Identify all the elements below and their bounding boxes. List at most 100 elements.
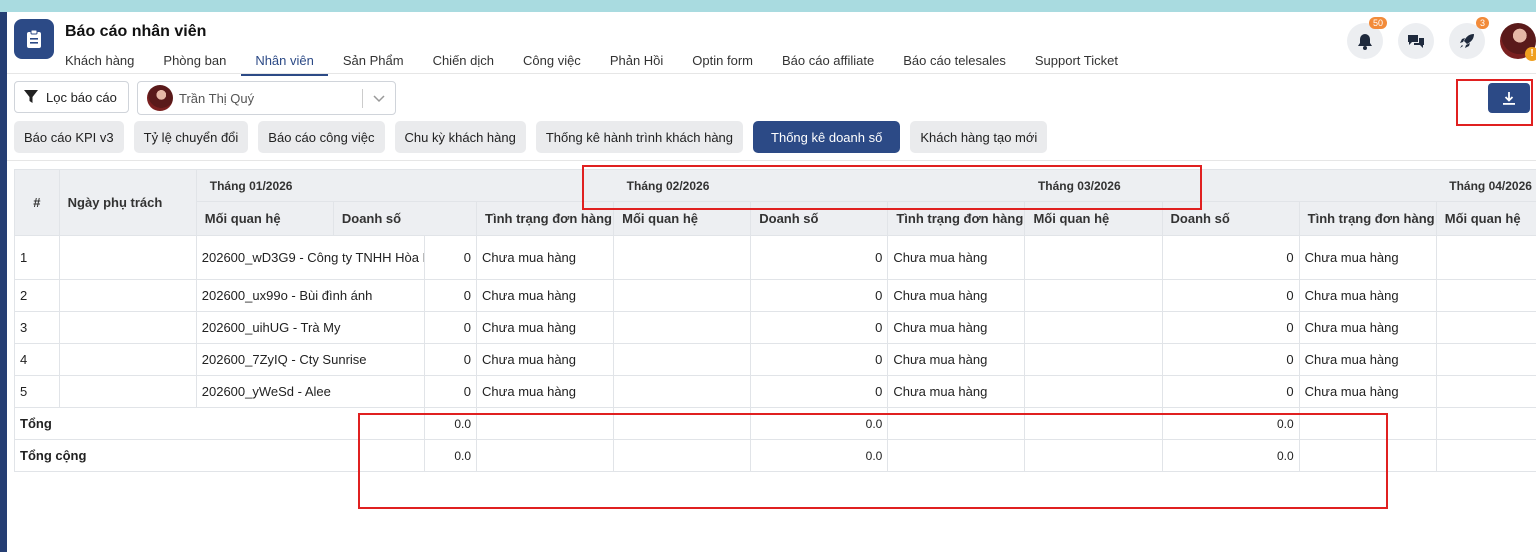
download-button[interactable]: [1488, 83, 1530, 113]
row-revenue-m1: 0: [424, 235, 478, 280]
tab-6[interactable]: Phản Hồi: [610, 46, 663, 76]
filter-report-label: Lọc báo cáo: [46, 89, 117, 105]
row-status-m2: Chưa mua hàng: [887, 235, 1026, 280]
tab-9[interactable]: Báo cáo telesales: [903, 46, 1006, 76]
row-customer: 202600_ux99o - Bùi đình ánh: [195, 279, 426, 312]
row-relationship-m2: [613, 343, 752, 376]
report-tab-0[interactable]: Báo cáo KPI v3: [14, 121, 124, 153]
grand-total-row-empty: [1024, 439, 1163, 472]
table-row[interactable]: 2 202600_ux99o - Bùi đình ánh 0 Chưa mua hà…: [14, 279, 1536, 312]
grand-total-row: Tổng cộng 0.0 0.0 0.0: [13, 439, 1536, 472]
rocket-count-badge: 3: [1475, 17, 1489, 29]
select-separator: [362, 89, 363, 108]
row-revenue-m3: 0: [1161, 343, 1300, 376]
row-assigned-date: [58, 375, 197, 408]
row-status-m3: Chưa mua hàng: [1298, 343, 1437, 376]
row-revenue-m2: 0: [750, 375, 889, 408]
grand-total-row-empty: [613, 439, 752, 472]
total-row-value-m2: 0.0: [750, 407, 889, 440]
row-relationship-m3: [1024, 311, 1163, 344]
row-index: 5: [14, 375, 60, 408]
table-row[interactable]: 5 202600_yWeSd - Alee 0 Chưa mua hàng 0 Chưa …: [14, 375, 1536, 408]
sub-header-revenue: Doanh số: [750, 201, 889, 236]
row-relationship-m4: [1435, 343, 1536, 376]
grand-total-row-empty: [1435, 439, 1536, 472]
notification-bell-button[interactable]: 50: [1347, 17, 1387, 59]
row-customer: 202600_7ZyIQ - Cty Sunrise: [195, 343, 426, 376]
sub-header-relationship: Mối quan hệ: [195, 201, 334, 236]
report-tab-6[interactable]: Khách hàng tạo mới: [910, 121, 1048, 153]
report-tab-1[interactable]: Tỷ lệ chuyển đổi: [133, 121, 249, 153]
row-revenue-m3: 0: [1161, 279, 1300, 312]
table-row[interactable]: 1 202600_wD3G9 - Công ty TNHH Hòa Phát 0 Ch…: [14, 235, 1536, 280]
sub-header-relationship: Mối quan hệ: [1024, 201, 1163, 236]
chat-button[interactable]: [1398, 23, 1434, 59]
row-status-m2: Chưa mua hàng: [887, 375, 1026, 408]
sub-header-relationship: Mối quan hệ: [613, 201, 752, 236]
row-relationship-m3: [1024, 375, 1163, 408]
tab-10[interactable]: Support Ticket: [1035, 46, 1118, 76]
col-index-header: #: [14, 169, 60, 236]
grand-total-row-empty: [476, 439, 615, 472]
tab-4[interactable]: Chiến dịch: [433, 46, 494, 76]
month-header-2: Tháng 02/2026: [613, 169, 1025, 202]
divider: [7, 160, 1536, 161]
tab-0[interactable]: Khách hàng: [65, 46, 134, 76]
row-status-m1: Chưa mua hàng: [476, 311, 615, 344]
row-relationship-m4: [1435, 311, 1536, 344]
notification-count-badge: 50: [1368, 17, 1387, 29]
employee-select[interactable]: Trần Thị Quý: [137, 81, 396, 115]
row-assigned-date: [58, 235, 197, 280]
tab-7[interactable]: Optin form: [692, 46, 753, 76]
row-revenue-m2: 0: [750, 343, 889, 376]
tab-8[interactable]: Báo cáo affiliate: [782, 46, 874, 76]
total-row-empty: [1435, 407, 1536, 440]
row-customer: 202600_wD3G9 - Công ty TNHH Hòa Phát: [195, 235, 426, 280]
row-revenue-m2: 0: [750, 235, 889, 280]
sub-header-order-status: Tình trạng đơn hàng: [1298, 201, 1437, 236]
page-header: Báo cáo nhân viên Khách hàng Phòng ban Nhâ…: [7, 12, 1536, 76]
row-relationship-m4: [1435, 279, 1536, 312]
chevron-down-icon[interactable]: [373, 90, 385, 106]
row-revenue-m2: 0: [750, 311, 889, 344]
tab-1[interactable]: Phòng ban: [163, 46, 226, 76]
row-revenue-m3: 0: [1161, 311, 1300, 344]
row-revenue-m3: 0: [1161, 235, 1300, 280]
report-tab-4[interactable]: Thống kê hành trình khách hàng: [535, 121, 744, 153]
grand-total-row-value-m3: 0.0: [1161, 439, 1300, 472]
total-row: Tổng 0.0 0.0 0.0: [13, 407, 1536, 440]
filter-report-button[interactable]: Lọc báo cáo: [14, 81, 129, 113]
tab-3[interactable]: Sản Phẩm: [343, 46, 404, 76]
employee-avatar: [147, 85, 173, 111]
report-tab-3[interactable]: Chu kỳ khách hàng: [394, 121, 526, 153]
row-revenue-m1: 0: [424, 375, 478, 408]
rocket-button[interactable]: 3: [1449, 17, 1489, 59]
sub-header-order-status: Tình trạng đơn hàng: [887, 201, 1026, 236]
total-row-value-m1: 0.0: [424, 407, 478, 440]
row-revenue-m1: 0: [424, 279, 478, 312]
row-revenue-m3: 0: [1161, 375, 1300, 408]
row-relationship-m2: [613, 279, 752, 312]
row-status-m2: Chưa mua hàng: [887, 343, 1026, 376]
report-tab-5[interactable]: Thống kê doanh số: [753, 121, 901, 153]
report-tab-2[interactable]: Báo cáo công việc: [258, 121, 385, 153]
row-index: 3: [14, 311, 60, 344]
grand-total-row-empty: [887, 439, 1026, 472]
row-relationship-m2: [613, 235, 752, 280]
user-avatar[interactable]: !: [1500, 23, 1536, 61]
table-row[interactable]: 4 202600_7ZyIQ - Cty Sunrise 0 Chưa mua hàn…: [14, 343, 1536, 376]
bell-icon: [1358, 33, 1372, 50]
clipboard-report-icon[interactable]: [14, 19, 54, 59]
col-assigned-date-header: Ngày phụ trách: [58, 169, 197, 236]
table-row[interactable]: 3 202600_uihUG - Trà My 0 Chưa mua hàng 0 Chư…: [14, 311, 1536, 344]
row-index: 2: [14, 279, 60, 312]
total-row-empty: [1024, 407, 1163, 440]
tab-5[interactable]: Công việc: [523, 46, 581, 76]
row-relationship-m3: [1024, 343, 1163, 376]
row-assigned-date: [58, 343, 197, 376]
tab-2[interactable]: Nhân viên: [241, 46, 328, 76]
row-revenue-m2: 0: [750, 279, 889, 312]
grand-total-row-value-m2: 0.0: [750, 439, 889, 472]
row-relationship-m2: [613, 311, 752, 344]
row-revenue-m1: 0: [424, 343, 478, 376]
